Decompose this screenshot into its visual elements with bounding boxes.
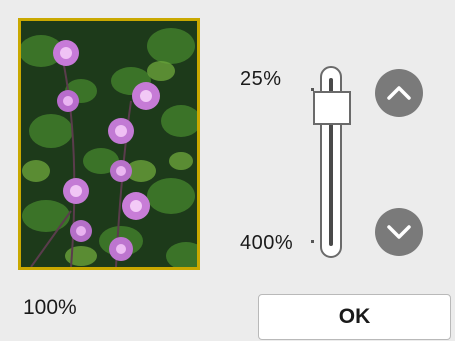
current-zoom-value: 100% <box>23 296 77 319</box>
zoom-out-button[interactable] <box>375 208 423 256</box>
photo-preview <box>18 18 200 270</box>
preview-image <box>21 21 197 267</box>
zoom-max-label: 400% <box>240 232 294 254</box>
zoom-in-button[interactable] <box>375 69 423 117</box>
chevron-down-icon <box>387 225 411 239</box>
slider-bottom-tick <box>311 240 314 243</box>
zoom-screen: 25% 400% 100% OK <box>0 0 455 341</box>
zoom-slider-thumb[interactable] <box>313 91 351 126</box>
zoom-min-label: 25% <box>240 68 282 90</box>
ok-button[interactable]: OK <box>258 294 451 340</box>
chevron-up-icon <box>387 86 411 100</box>
